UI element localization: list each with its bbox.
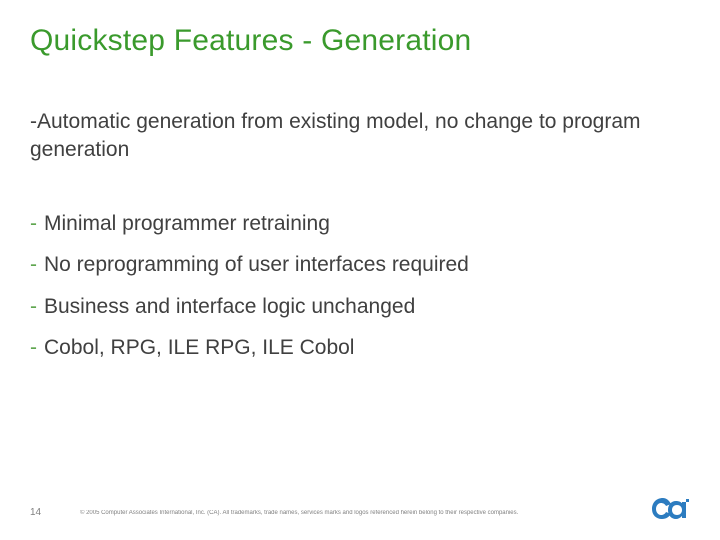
- bullet-text: Minimal programmer retraining: [44, 212, 330, 235]
- footer: 14 © 2005 Computer Associates Internatio…: [30, 492, 690, 522]
- list-item: -Minimal programmer retraining: [30, 210, 670, 237]
- dash-icon: -: [30, 334, 44, 361]
- bullet-text: No reprogramming of user interfaces requ…: [44, 253, 469, 276]
- bullet-text: Business and interface logic unchanged: [44, 295, 415, 318]
- lead-text: Automatic generation from existing model…: [30, 110, 641, 161]
- dash-icon: -: [30, 210, 44, 237]
- dash-icon: -: [30, 293, 44, 320]
- ca-logo-icon: [648, 492, 690, 522]
- list-item: -No reprogramming of user interfaces req…: [30, 251, 670, 278]
- list-item: -Business and interface logic unchanged: [30, 293, 670, 320]
- lead-bullet: -Automatic generation from existing mode…: [30, 108, 670, 165]
- page-number: 14: [30, 507, 41, 518]
- dash-icon: -: [30, 251, 44, 278]
- slide-title: Quickstep Features - Generation: [30, 24, 690, 58]
- slide: Quickstep Features - Generation -Automat…: [0, 0, 720, 540]
- dash-icon: -: [30, 108, 37, 136]
- copyright-text: © 2005 Computer Associates International…: [80, 510, 610, 516]
- bullet-text: Cobol, RPG, ILE RPG, ILE Cobol: [44, 336, 354, 359]
- list-item: -Cobol, RPG, ILE RPG, ILE Cobol: [30, 334, 670, 361]
- bullet-list: -Minimal programmer retraining -No repro…: [30, 210, 670, 375]
